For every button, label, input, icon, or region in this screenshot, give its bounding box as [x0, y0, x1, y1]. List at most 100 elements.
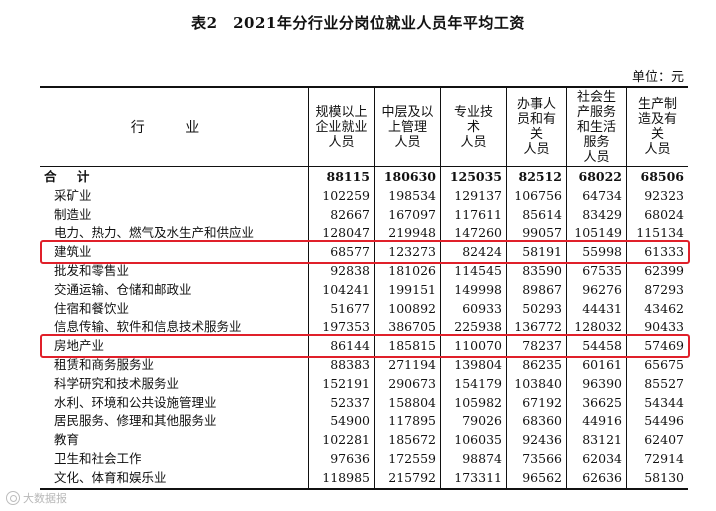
wage-cell: 83590 — [522, 263, 562, 278]
table-row: 教育 102281 185672 106035 92436 83121 62407 — [40, 431, 688, 449]
watermark-text: 大数据报 — [23, 492, 67, 505]
wage-cell: 86235 — [522, 357, 562, 372]
wage-cell: 85614 — [522, 206, 562, 222]
wage-cell: 68024 — [644, 206, 684, 222]
wage-cell: 62636 — [582, 469, 622, 485]
wage-cell: 50293 — [522, 300, 562, 316]
wage-cell: 83121 — [582, 432, 622, 448]
wage-cell: 180630 — [383, 169, 436, 184]
wage-cell: 129137 — [454, 187, 502, 203]
wage-cell: 125035 — [449, 169, 502, 184]
wage-cell: 185672 — [388, 432, 436, 448]
watermark-logo-icon — [6, 491, 20, 505]
wage-cell: 100892 — [388, 300, 436, 316]
wage-cell: 83429 — [582, 206, 622, 222]
table-header-rule — [40, 166, 688, 167]
wage-cell: 51677 — [330, 300, 370, 316]
wage-cell: 82667 — [330, 206, 370, 222]
table-row: 采矿业 102259 198534 129137 106756 64734 92323 — [40, 187, 688, 205]
wage-cell: 54496 — [644, 413, 684, 429]
wage-cell: 149998 — [454, 281, 502, 297]
industry-name: 交通运输、仓储和邮政业 — [54, 281, 192, 297]
unit-label: 单位：元 — [631, 70, 684, 85]
wage-cell: 104241 — [322, 281, 370, 297]
wage-cell: 173311 — [454, 469, 502, 485]
wage-cell: 154179 — [454, 375, 502, 391]
wage-cell: 181026 — [388, 263, 436, 278]
header-col-4: 办事人 员和有 关 人员 — [506, 88, 566, 166]
wage-cell: 79026 — [462, 413, 502, 429]
wage-cell: 44916 — [582, 413, 622, 429]
wage-cell: 62407 — [644, 432, 684, 448]
industry-name: 文化、体育和娱乐业 — [54, 469, 167, 485]
header-col-3: 专业技 术 人员 — [440, 88, 506, 166]
wage-cell: 117895 — [388, 413, 436, 429]
industry-name: 水利、环境和公共设施管理业 — [54, 394, 217, 410]
row-highlight-box — [40, 240, 690, 265]
wage-cell: 72914 — [644, 451, 684, 466]
wage-cell: 96562 — [522, 469, 562, 485]
table-row: 水利、环境和公共设施管理业 52337 158804 105982 67192 36625… — [40, 394, 688, 412]
wage-cell: 97636 — [330, 451, 370, 466]
wage-cell: 62034 — [582, 451, 622, 466]
header-col-5: 社会生 产服务 和生活 服务 人员 — [566, 88, 626, 166]
row-highlight-box — [40, 334, 690, 359]
wage-cell: 215792 — [388, 469, 436, 485]
wage-cell: 60933 — [462, 300, 502, 316]
header-col-2: 中层及以 上管理 人员 — [374, 88, 440, 166]
wage-cell: 102281 — [322, 432, 370, 448]
wage-cell: 54344 — [644, 394, 684, 410]
header-industry: 行 业 — [130, 120, 218, 136]
industry-name: 居民服务、修理和其他服务业 — [54, 413, 217, 429]
wage-cell: 152191 — [322, 375, 370, 391]
wage-cell: 102259 — [322, 187, 370, 203]
wage-cell: 36625 — [582, 394, 622, 410]
wage-cell: 172559 — [388, 451, 436, 466]
industry-name: 制造业 — [54, 206, 92, 222]
wage-cell: 68506 — [640, 169, 685, 184]
wage-cell: 92838 — [330, 263, 370, 278]
wage-cell: 98874 — [462, 451, 502, 466]
wage-cell: 67192 — [522, 394, 562, 410]
table-row: 居民服务、修理和其他服务业 54900 117895 79026 68360 44916 5… — [40, 412, 688, 430]
wage-cell: 106035 — [454, 432, 502, 448]
wage-cell: 85527 — [644, 375, 684, 391]
wage-cell: 139804 — [454, 357, 502, 372]
industry-name: 教育 — [54, 432, 80, 448]
wage-cell: 64734 — [582, 187, 622, 203]
wage-cell: 44431 — [582, 300, 622, 316]
wage-cell: 58130 — [644, 469, 684, 485]
wage-cell: 198534 — [388, 187, 436, 203]
wage-cell: 96390 — [582, 375, 622, 391]
industry-name: 合 计 — [44, 169, 98, 184]
wage-cell: 96276 — [582, 281, 622, 297]
wage-cell: 88115 — [326, 169, 371, 184]
wage-cell: 92323 — [644, 187, 684, 203]
table-row: 交通运输、仓储和邮政业 104241 199151 149998 89867 96276 8… — [40, 281, 688, 299]
table-bottom-rule — [40, 488, 688, 490]
wage-cell: 52337 — [330, 394, 370, 410]
wage-cell: 43462 — [644, 300, 684, 316]
wage-cell: 60161 — [582, 357, 622, 372]
wage-cell: 73566 — [522, 451, 562, 466]
industry-name: 采矿业 — [54, 187, 92, 203]
wage-cell: 105982 — [454, 394, 502, 410]
header-col-1: 规模以上 企业就业 人员 — [308, 88, 374, 166]
wage-cell: 290673 — [388, 375, 436, 391]
wage-cell: 89867 — [522, 281, 562, 297]
wage-cell: 103840 — [514, 375, 562, 391]
wage-cell: 117611 — [454, 206, 502, 222]
table-row: 租赁和商务服务业 88383 271194 139804 86235 60161 65675 — [40, 356, 688, 374]
table-title: 表2 2021年分行业分岗位就业人员年平均工资 — [191, 14, 525, 32]
table-row: 制造业 82667 167097 117611 85614 83429 68024 — [40, 206, 688, 224]
wage-cell: 54900 — [330, 413, 370, 429]
wage-cell: 118985 — [322, 469, 370, 485]
total-row: 合 计 88115 180630 125035 82512 68022 68506 — [40, 168, 688, 186]
wage-cell: 158804 — [388, 394, 436, 410]
wage-cell: 65675 — [644, 357, 684, 372]
wage-cell: 68360 — [522, 413, 562, 429]
table-row: 住宿和餐饮业 51677 100892 60933 50293 44431 43462 — [40, 300, 688, 318]
watermark: 大数据报 — [6, 490, 67, 506]
wage-cell: 92436 — [522, 432, 562, 448]
wage-cell: 167097 — [388, 206, 436, 222]
